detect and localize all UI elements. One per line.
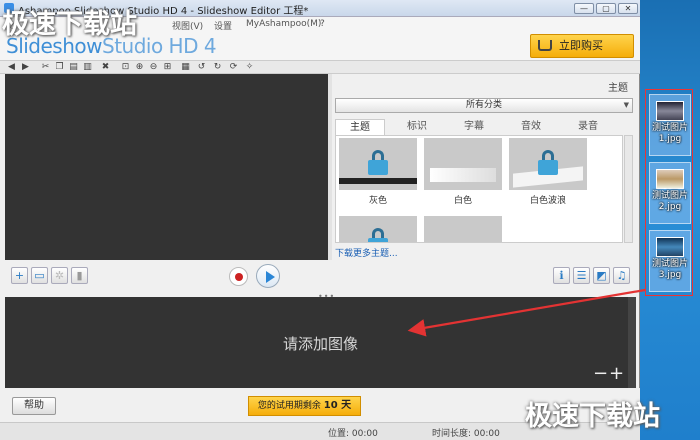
drag-arrow — [407, 288, 646, 337]
annotation-arrows — [407, 288, 646, 337]
watermark-bottom: 极速下载站 — [525, 401, 660, 432]
watermark-top: 极速下载站 — [2, 9, 137, 40]
